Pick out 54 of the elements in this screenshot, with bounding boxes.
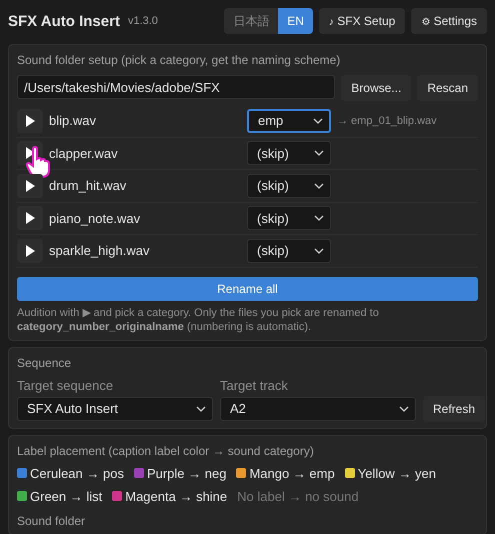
play-icon bbox=[25, 180, 35, 192]
mapping-label: Yellow → yen bbox=[358, 466, 436, 480]
folder-button[interactable]: Browse... bbox=[341, 75, 412, 101]
mapping-label: Magenta → shine bbox=[125, 488, 228, 504]
chevron-down-icon bbox=[314, 182, 324, 189]
play-icon bbox=[25, 114, 35, 127]
category-select[interactable]: (skip) bbox=[247, 238, 331, 263]
folder-button[interactable]: Rescan bbox=[417, 75, 478, 101]
chevron-down-icon bbox=[314, 248, 324, 254]
play-button[interactable] bbox=[17, 206, 43, 230]
file-name: piano_note.wav bbox=[49, 210, 142, 226]
play-icon bbox=[25, 212, 35, 224]
mapping-label: Purple → neg bbox=[146, 466, 226, 480]
header-button[interactable]: ♪ SFX Setup bbox=[318, 8, 406, 34]
file-name: blip.wav bbox=[49, 113, 97, 128]
play-button[interactable] bbox=[17, 238, 43, 263]
folder-path-field[interactable]: /Users/takeshi/Movies/adobe/SFX bbox=[17, 75, 336, 99]
category-select[interactable]: emp bbox=[247, 108, 331, 133]
file-name: sparkle_high.wav bbox=[49, 243, 150, 258]
play-button[interactable] bbox=[17, 174, 43, 198]
category-select[interactable]: (skip) bbox=[247, 206, 331, 230]
rename-preview: → emp_01_blip.wav bbox=[337, 114, 437, 127]
chevron-down-icon bbox=[314, 215, 324, 222]
track-select[interactable]: A2 bbox=[220, 396, 416, 420]
version-label: v1.3.0 bbox=[128, 15, 158, 27]
no-label-note: No label → no sound bbox=[237, 488, 359, 504]
chevron-down-icon bbox=[196, 406, 206, 412]
app-title: SFX Auto Insert bbox=[8, 12, 120, 30]
play-icon bbox=[25, 244, 35, 257]
play-button[interactable] bbox=[17, 108, 43, 133]
field-label: Target track bbox=[220, 378, 289, 392]
chevron-down-icon bbox=[399, 406, 409, 412]
hand-cursor-icon bbox=[25, 146, 51, 178]
chevron-down-icon bbox=[314, 150, 324, 156]
language-tab[interactable]: 日本語 bbox=[224, 8, 278, 34]
language-tab[interactable]: EN bbox=[278, 8, 313, 34]
section-label: Sound folder bbox=[17, 514, 86, 528]
mapping-label: Green → list bbox=[30, 488, 102, 504]
header-button[interactable]: ⚙ Settings bbox=[411, 8, 487, 34]
sequence-select[interactable]: SFX Auto Insert bbox=[17, 396, 213, 420]
file-name: clapper.wav bbox=[49, 146, 119, 161]
file-name: drum_hit.wav bbox=[49, 178, 128, 194]
refresh-button[interactable]: Refresh bbox=[423, 396, 486, 422]
panel-heading: Sound folder setup (pick a category, get the naming scheme) bbox=[17, 53, 342, 67]
panel-heading: Label placement (caption label color → sound category) bbox=[17, 444, 315, 458]
help-text: Audition with ▶ and pick a category. Only the files you pick are renamed to category_number_originalname (numbering is automatic). bbox=[17, 306, 380, 334]
panel-heading: Sequence bbox=[17, 356, 72, 370]
chevron-down-icon bbox=[313, 118, 323, 124]
mapping-label: Cerulean → pos bbox=[30, 466, 124, 480]
mapping-label: Mango → emp bbox=[249, 466, 335, 480]
field-label: Target sequence bbox=[17, 378, 114, 392]
category-select[interactable]: (skip) bbox=[247, 141, 331, 166]
category-select[interactable]: (skip) bbox=[247, 174, 331, 198]
rename-all-button[interactable]: Rename all bbox=[17, 276, 478, 300]
